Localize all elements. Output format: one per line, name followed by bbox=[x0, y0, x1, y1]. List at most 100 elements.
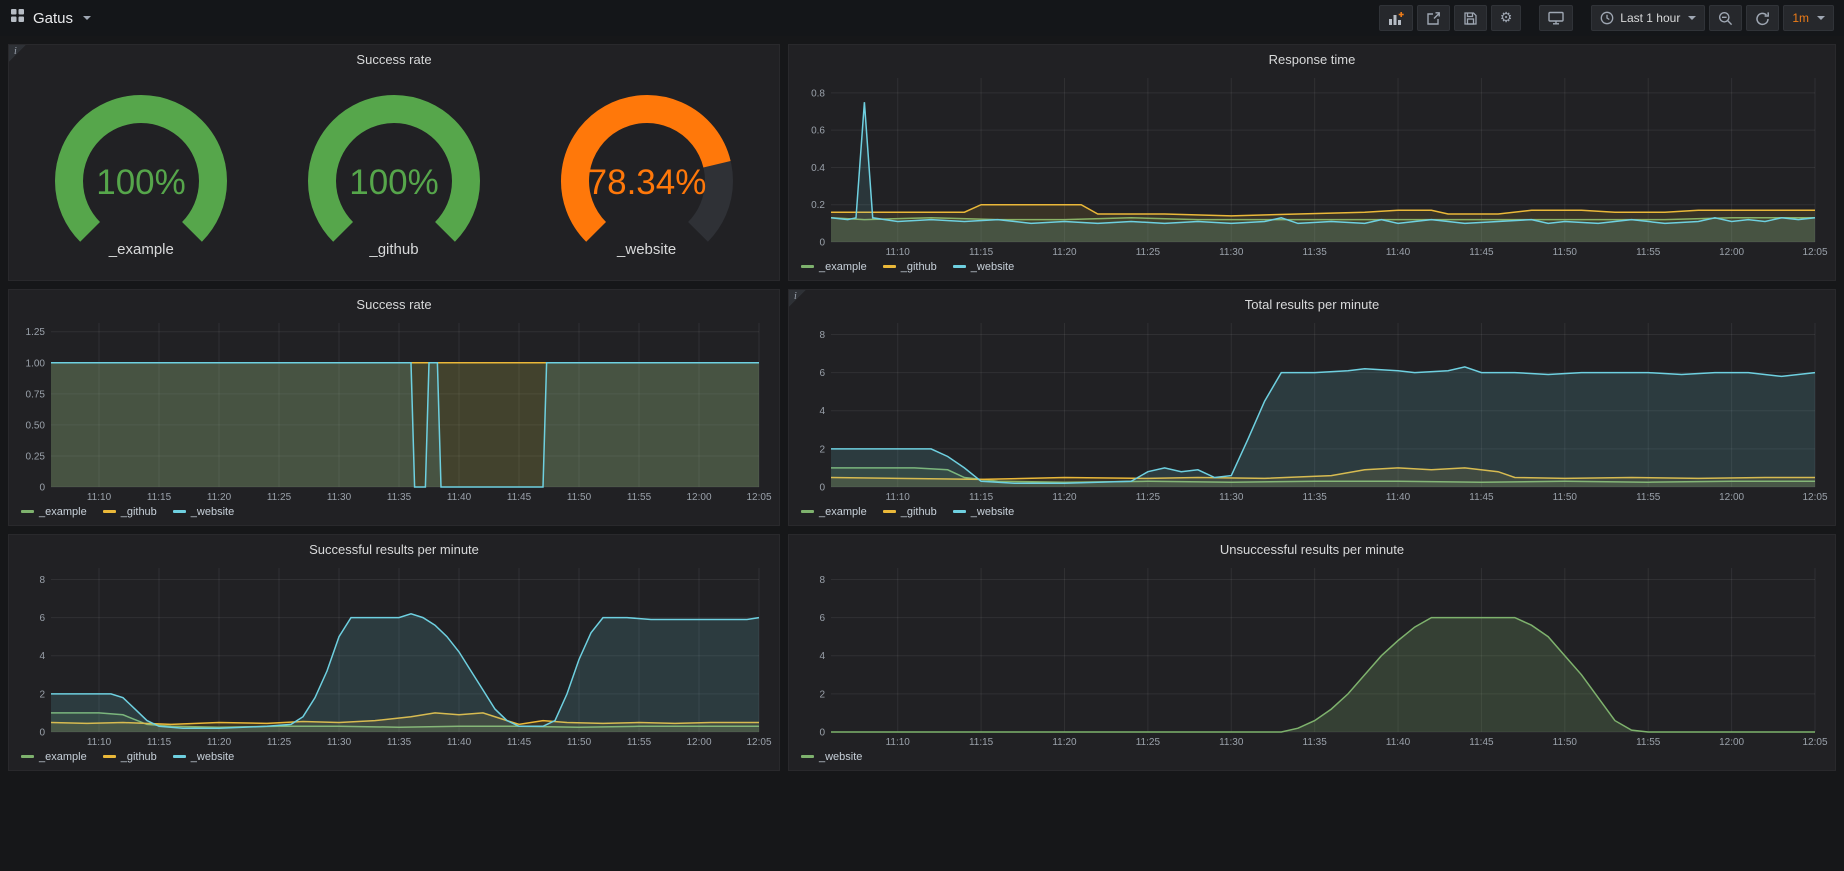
x-tick-label: 11:45 bbox=[507, 492, 532, 503]
navbar-left: Gatus bbox=[10, 8, 91, 28]
timeseries-svg[interactable]: 11:1011:1511:2011:2511:3011:3511:4011:45… bbox=[795, 315, 1829, 503]
x-tick-label: 11:35 bbox=[1303, 737, 1328, 748]
x-tick-label: 11:55 bbox=[627, 492, 652, 503]
clock-icon bbox=[1600, 11, 1614, 25]
x-tick-label: 12:05 bbox=[746, 492, 771, 503]
panel-title[interactable]: Success rate bbox=[9, 45, 779, 70]
chart-plot-area[interactable]: 11:1011:1511:2011:2511:3011:3511:4011:45… bbox=[15, 315, 773, 503]
x-tick-label: 11:50 bbox=[1553, 247, 1578, 258]
panel-body: 11:1011:1511:2011:2511:3011:3511:4011:45… bbox=[9, 560, 779, 770]
legend-item-_website[interactable]: _website bbox=[173, 506, 234, 518]
timeseries-svg[interactable]: 11:1011:1511:2011:2511:3011:3511:4011:45… bbox=[15, 560, 773, 748]
settings-button[interactable]: ⚙ bbox=[1491, 5, 1522, 31]
y-tick-label: 0 bbox=[39, 483, 45, 494]
panel-title[interactable]: Response time bbox=[789, 45, 1835, 70]
y-tick-label: 8 bbox=[819, 330, 825, 341]
dashboard-grid-icon[interactable] bbox=[10, 8, 25, 28]
legend-swatch bbox=[953, 265, 966, 268]
legend-item-_example[interactable]: _example bbox=[21, 506, 87, 518]
save-button[interactable] bbox=[1454, 5, 1487, 31]
y-tick-label: 0 bbox=[819, 238, 825, 249]
timeseries-svg[interactable]: 11:1011:1511:2011:2511:3011:3511:4011:45… bbox=[795, 70, 1829, 258]
zoom-out-button[interactable] bbox=[1709, 5, 1742, 31]
legend-item-_website[interactable]: _website bbox=[173, 751, 234, 763]
panel-title[interactable]: Total results per minute bbox=[789, 290, 1835, 315]
y-tick-label: 1.25 bbox=[26, 327, 46, 338]
y-tick-label: 0.4 bbox=[811, 163, 825, 174]
chart-plot-area[interactable]: 11:1011:1511:2011:2511:3011:3511:4011:45… bbox=[795, 315, 1829, 503]
legend-item-_github[interactable]: _github bbox=[103, 506, 157, 518]
x-tick-label: 12:05 bbox=[746, 737, 771, 748]
gauge-arc-svg: 78.34% bbox=[522, 89, 772, 257]
legend-item-_website[interactable]: _website bbox=[953, 261, 1014, 273]
x-tick-label: 11:15 bbox=[147, 737, 172, 748]
zoom-out-icon bbox=[1718, 11, 1733, 26]
gauge-_github: 100%_github bbox=[269, 89, 519, 258]
legend-item-_github[interactable]: _github bbox=[883, 506, 937, 518]
x-tick-label: 12:00 bbox=[1719, 247, 1744, 258]
timeseries-svg[interactable]: 11:1011:1511:2011:2511:3011:3511:4011:45… bbox=[15, 315, 773, 503]
y-tick-label: 0.6 bbox=[811, 126, 825, 137]
x-tick-label: 12:00 bbox=[1719, 492, 1744, 503]
save-icon bbox=[1463, 11, 1478, 26]
legend-item-_example[interactable]: _example bbox=[801, 261, 867, 273]
x-tick-label: 11:35 bbox=[387, 492, 412, 503]
panel-info-icon[interactable]: i bbox=[9, 45, 26, 62]
share-icon bbox=[1426, 11, 1441, 26]
panel-title[interactable]: Successful results per minute bbox=[9, 535, 779, 560]
legend-item-_website[interactable]: _website bbox=[801, 751, 862, 763]
y-tick-label: 2 bbox=[39, 689, 45, 700]
panel-total-results: i Total results per minute 11:1011:1511:… bbox=[788, 289, 1836, 526]
refresh-interval-button[interactable]: 1m bbox=[1783, 5, 1834, 31]
chart-legend: _example _github _website bbox=[15, 503, 773, 521]
legend-label: _website bbox=[191, 751, 234, 763]
panel-title[interactable]: Success rate bbox=[9, 290, 779, 315]
navbar-right: ⚙ Last 1 hour 1m bbox=[1379, 5, 1834, 31]
y-tick-label: 0 bbox=[819, 728, 825, 739]
panel-title[interactable]: Unsuccessful results per minute bbox=[789, 535, 1835, 560]
chart-plot-area[interactable]: 11:1011:1511:2011:2511:3011:3511:4011:45… bbox=[15, 560, 773, 748]
chart-plot-area[interactable]: 11:1011:1511:2011:2511:3011:3511:4011:45… bbox=[795, 560, 1829, 748]
cycle-view-button[interactable] bbox=[1539, 5, 1573, 31]
y-tick-label: 4 bbox=[39, 651, 45, 662]
legend-label: _github bbox=[901, 506, 937, 518]
legend-item-_github[interactable]: _github bbox=[883, 261, 937, 273]
legend-item-_example[interactable]: _example bbox=[21, 751, 87, 763]
legend-swatch bbox=[21, 755, 34, 758]
x-tick-label: 11:40 bbox=[1386, 492, 1411, 503]
x-tick-label: 11:55 bbox=[1636, 492, 1661, 503]
panel-body: 11:1011:1511:2011:2511:3011:3511:4011:45… bbox=[9, 315, 779, 525]
y-tick-label: 0.8 bbox=[811, 88, 825, 99]
panel-info-icon[interactable]: i bbox=[789, 290, 806, 307]
x-tick-label: 11:45 bbox=[507, 737, 532, 748]
x-tick-label: 11:10 bbox=[886, 492, 911, 503]
x-tick-label: 11:40 bbox=[1386, 247, 1411, 258]
y-tick-label: 2 bbox=[819, 689, 825, 700]
dashboard-title-caret-icon[interactable] bbox=[83, 16, 91, 20]
legend-swatch bbox=[801, 265, 814, 268]
x-tick-label: 11:20 bbox=[207, 737, 232, 748]
x-tick-label: 11:10 bbox=[886, 247, 911, 258]
x-tick-label: 11:25 bbox=[1136, 247, 1161, 258]
timeseries-svg[interactable]: 11:1011:1511:2011:2511:3011:3511:4011:45… bbox=[795, 560, 1829, 748]
chart-plot-area[interactable]: 11:1011:1511:2011:2511:3011:3511:4011:45… bbox=[795, 70, 1829, 258]
share-button[interactable] bbox=[1417, 5, 1450, 31]
add-panel-button[interactable] bbox=[1379, 5, 1413, 31]
legend-label: _website bbox=[819, 751, 862, 763]
x-tick-label: 11:15 bbox=[969, 247, 994, 258]
legend-label: _website bbox=[191, 506, 234, 518]
panel-body: 11:1011:1511:2011:2511:3011:3511:4011:45… bbox=[789, 560, 1835, 770]
legend-item-_website[interactable]: _website bbox=[953, 506, 1014, 518]
refresh-button[interactable] bbox=[1746, 5, 1779, 31]
y-tick-label: 4 bbox=[819, 651, 825, 662]
gauge-_website: 78.34%_website bbox=[522, 89, 772, 258]
gauge-value-text: 100% bbox=[349, 163, 439, 202]
legend-swatch bbox=[103, 755, 116, 758]
y-tick-label: 6 bbox=[819, 613, 825, 624]
y-tick-label: 8 bbox=[819, 575, 825, 586]
legend-item-_example[interactable]: _example bbox=[801, 506, 867, 518]
legend-item-_github[interactable]: _github bbox=[103, 751, 157, 763]
y-tick-label: 0.2 bbox=[811, 200, 825, 211]
dashboard-title[interactable]: Gatus bbox=[33, 10, 73, 27]
time-range-button[interactable]: Last 1 hour bbox=[1591, 5, 1705, 31]
